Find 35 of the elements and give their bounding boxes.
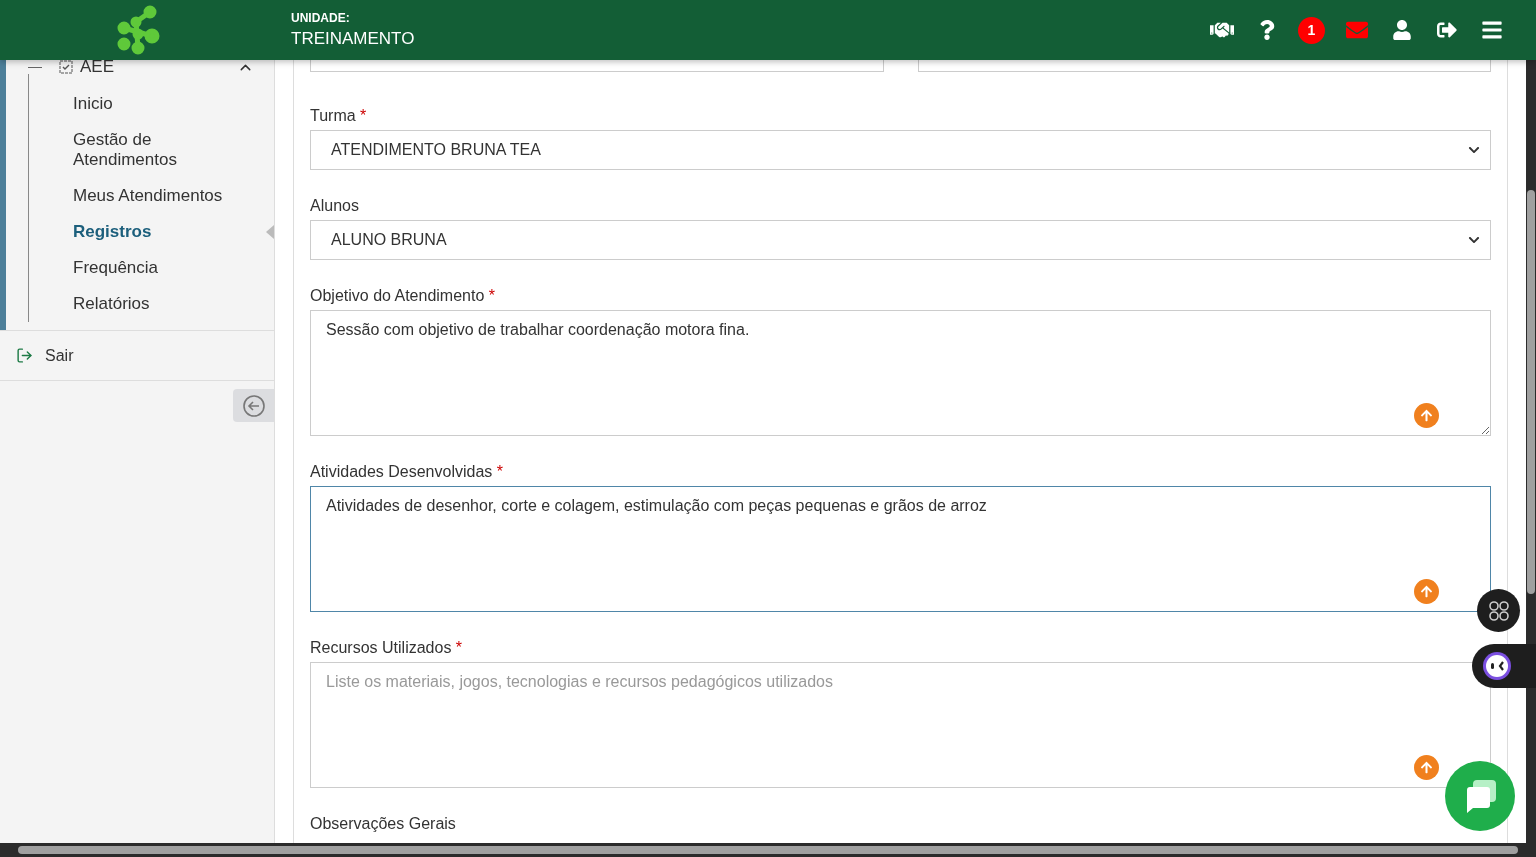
assistant-tab[interactable] (1472, 644, 1536, 688)
notification-badge[interactable]: 1 (1298, 16, 1325, 44)
sidebar-item[interactable]: Frequência (29, 251, 274, 285)
input-field[interactable] (310, 60, 884, 72)
sidebar-item[interactable]: Registros (29, 215, 274, 249)
horizontal-scrollbar[interactable] (18, 846, 1518, 854)
text-area[interactable]: Sessão com objetivo de trabalhar coordenação motora fina. (310, 310, 1491, 436)
sidebar-section[interactable]: AEE (6, 60, 274, 74)
checklist-icon (58, 59, 74, 75)
text-area[interactable]: Liste os materiais, jogos, tecnologias e recursos pedagógicos utilizados (310, 662, 1491, 788)
select-field[interactable]: ALUNO BRUNA (310, 220, 1491, 260)
face-icon (1482, 651, 1512, 681)
chevron-down-icon (1468, 234, 1480, 246)
field-label: Observações Gerais (310, 814, 457, 834)
text-area[interactable]: Atividades de desenhor, corte e colagem, estimulação com peças pequenas e grãos de arroz (310, 486, 1491, 612)
apps-button[interactable] (1477, 589, 1520, 632)
unit-name: TREINAMENTO (291, 29, 415, 49)
input-field[interactable] (917, 60, 1491, 72)
logout-icon (16, 347, 33, 364)
logout-link[interactable]: Sair (0, 331, 274, 381)
collapse-button[interactable] (233, 389, 274, 422)
select-field[interactable]: ATENDIMENTO BRUNA TEA (310, 130, 1491, 170)
sidebar-item[interactable]: Gestão de Atendimentos (29, 123, 274, 177)
sidebar-item[interactable]: Meus Atendimentos (29, 179, 274, 213)
sidebar-item[interactable]: Relatórios (29, 287, 274, 321)
unit-label: UNIDADE: (291, 11, 351, 25)
vertical-scrollbar[interactable] (1527, 190, 1535, 594)
field-label: Objetivo do Atendimento * (310, 286, 497, 306)
chevron-down-icon (1468, 144, 1480, 156)
field-label: Turma * (310, 106, 368, 126)
field-label: Alunos (310, 196, 360, 216)
grid-icon (1487, 599, 1510, 622)
field-label: Atividades Desenvolvidas * (310, 462, 504, 482)
sidebar-item[interactable]: Inicio (29, 87, 274, 121)
field-label: Recursos Utilizados * (310, 638, 464, 658)
